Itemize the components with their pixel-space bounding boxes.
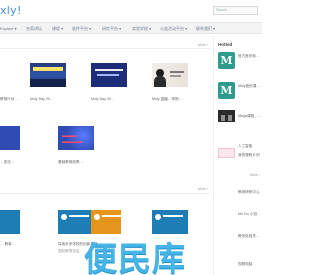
video-thumbnail[interactable] bbox=[0, 63, 20, 87]
speaker-body bbox=[154, 76, 166, 87]
video-thumbnail[interactable] bbox=[0, 126, 20, 150]
sidebar-item-label[interactable]: Mo Go 小班… bbox=[238, 212, 261, 217]
video-caption[interactable]: Moly Day 20… bbox=[91, 97, 127, 101]
slide-text-line bbox=[170, 75, 181, 77]
video-caption[interactable]: …变化 … bbox=[0, 160, 24, 165]
stage-floor bbox=[30, 79, 66, 87]
slide-subtitle-line bbox=[97, 74, 119, 76]
video-caption[interactable]: 教育行动 … bbox=[0, 97, 24, 102]
section-divider bbox=[0, 48, 210, 49]
device-icon[interactable] bbox=[218, 110, 235, 122]
video-thumbnail[interactable] bbox=[91, 210, 121, 234]
nav-item-software[interactable]: 软件平台 ▾ bbox=[72, 25, 91, 32]
video-caption[interactable]: Moly Day 20… bbox=[30, 97, 66, 101]
nav-item-courses[interactable]: 课程 ▾ bbox=[52, 25, 63, 32]
slide-title-line bbox=[95, 69, 123, 71]
header: xly! Search bbox=[0, 0, 262, 20]
org-logo-icon bbox=[61, 214, 67, 220]
nav-item-schools[interactable]: 实验学校 ▾ bbox=[132, 25, 151, 32]
section-more-link[interactable]: More › bbox=[198, 43, 208, 47]
video-thumbnail[interactable] bbox=[58, 210, 94, 234]
nav-item-explore[interactable]: Explore ▾ bbox=[0, 25, 17, 32]
section-more-link[interactable]: More › bbox=[198, 187, 208, 191]
video-thumbnail[interactable] bbox=[91, 63, 127, 87]
section-divider bbox=[0, 193, 210, 194]
nav-item-lectures[interactable]: 名家讲坛 bbox=[26, 25, 42, 32]
thumbnail-title-line bbox=[163, 215, 183, 217]
thumbnail-title-line bbox=[69, 215, 89, 217]
video-thumbnail[interactable] bbox=[152, 63, 188, 87]
sidebar-title: Hotted bbox=[218, 42, 233, 47]
watermark-text: 便民库 bbox=[84, 239, 186, 275]
sidebar-item-label[interactable]: Mega课程 - … bbox=[238, 114, 261, 119]
thumbnail-title-graphic: ▬▬▬ ▬▬▬▬ bbox=[62, 133, 82, 145]
nav-item-contact[interactable]: 联系我们 ▾ bbox=[196, 25, 215, 32]
site-logo[interactable]: xly! bbox=[0, 4, 22, 17]
video-thumbnail[interactable] bbox=[30, 63, 66, 87]
stage-banner bbox=[33, 67, 63, 71]
search-input[interactable]: Search bbox=[213, 6, 258, 15]
sidebar-item-label[interactable]: 人工智能 bbox=[238, 144, 252, 149]
video-caption[interactable]: 基础教育政策 … bbox=[58, 160, 98, 165]
nav-item-research[interactable]: 研究平台 ▾ bbox=[102, 25, 121, 32]
sidebar-more-link[interactable]: More › bbox=[250, 173, 260, 177]
video-thumbnail[interactable] bbox=[152, 210, 188, 234]
video-caption[interactable]: Moly 直播…李刚… bbox=[152, 97, 192, 102]
main-nav: Explore ▾ 名家讲坛 课程 ▾ 软件平台 ▾ 研究平台 ▾ 实验学校 ▾… bbox=[0, 22, 262, 34]
sidebar-item-label[interactable]: Moly首页课… bbox=[238, 84, 260, 89]
video-thumbnail[interactable] bbox=[0, 210, 20, 234]
sidebar-item-label[interactable]: 教务处相关… bbox=[238, 234, 260, 239]
nav-item-charity[interactable]: 公益活动平台 ▾ bbox=[160, 25, 187, 32]
sidebar-item-label[interactable]: 官方首页标… bbox=[238, 54, 260, 59]
video-thumbnail[interactable]: ▬▬▬ ▬▬▬▬ bbox=[58, 126, 94, 150]
sidebar-item-label[interactable]: 我的课程计划 bbox=[238, 153, 260, 158]
m-logo-icon[interactable]: M bbox=[218, 52, 235, 69]
slide-text-line bbox=[170, 71, 184, 73]
thumbnail-title-line bbox=[102, 215, 121, 217]
org-logo-icon bbox=[155, 214, 161, 220]
pink-card-icon[interactable] bbox=[218, 148, 235, 158]
org-logo-icon bbox=[94, 214, 100, 220]
sidebar-item-label[interactable]: 教师研修中心 bbox=[238, 190, 260, 195]
sidebar-item-label[interactable]: 视频电脑 bbox=[238, 262, 252, 267]
m-logo-icon[interactable]: M bbox=[218, 82, 235, 99]
video-caption[interactable]: … 教育 … bbox=[0, 242, 24, 247]
